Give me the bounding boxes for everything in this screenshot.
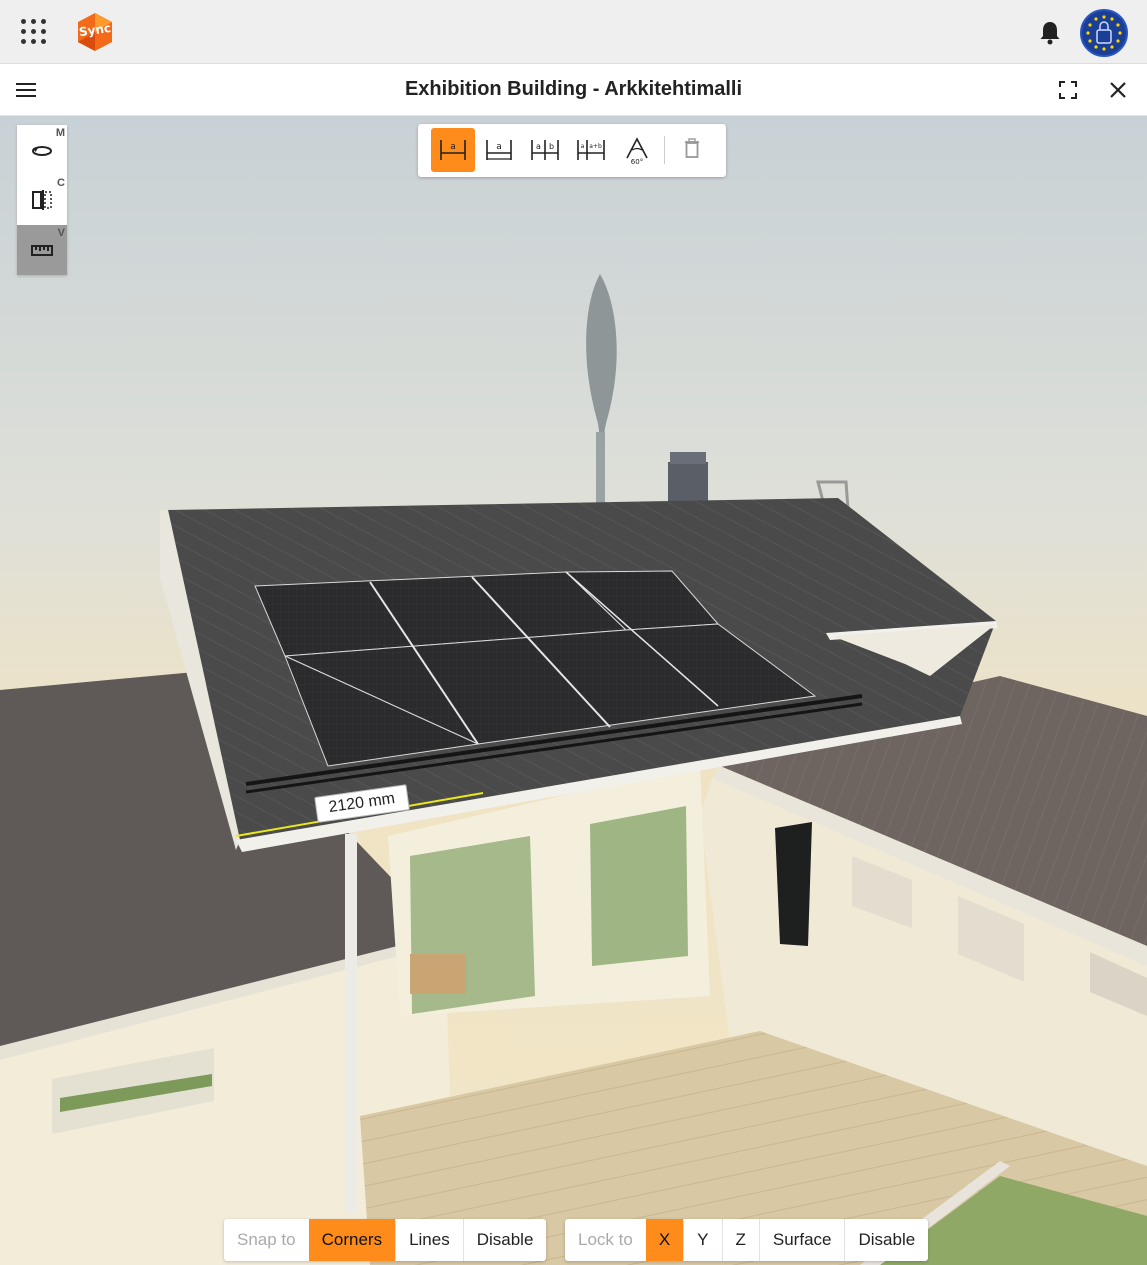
shortcut-key: C bbox=[57, 177, 65, 189]
dimension-measure-button[interactable]: a bbox=[477, 128, 521, 172]
orbit-icon bbox=[32, 146, 52, 156]
building-3d-scene bbox=[0, 116, 1147, 1265]
snap-disable-button[interactable]: Disable bbox=[462, 1219, 547, 1261]
section-clip-icon bbox=[32, 190, 52, 210]
shortcut-key: M bbox=[55, 127, 65, 139]
title-bar: Exhibition Building - Arkkitehtimalli bbox=[0, 64, 1147, 116]
delete-measurement-button[interactable] bbox=[670, 128, 714, 172]
snap-corners-button[interactable]: Corners bbox=[308, 1219, 396, 1261]
svg-text:a: a bbox=[536, 142, 541, 151]
page-title: Exhibition Building - Arkkitehtimalli bbox=[404, 78, 743, 100]
sync-logo[interactable]: Sync bbox=[76, 12, 114, 52]
angle-measure-button[interactable]: 60° bbox=[615, 128, 659, 172]
tool-column: M C V bbox=[17, 125, 67, 275]
cumulative-measure-icon: a a+b bbox=[577, 140, 605, 160]
svg-text:a: a bbox=[581, 143, 585, 150]
apps-grid-icon[interactable] bbox=[18, 16, 50, 48]
svg-text:60°: 60° bbox=[631, 158, 643, 164]
close-icon[interactable] bbox=[1106, 78, 1130, 102]
lock-disable-button[interactable]: Disable bbox=[844, 1219, 928, 1261]
bell-icon[interactable] bbox=[1036, 18, 1064, 46]
chained-measure-button[interactable]: a b bbox=[523, 128, 567, 172]
svg-text:a: a bbox=[496, 142, 502, 152]
lock-surface-button[interactable]: Surface bbox=[758, 1219, 845, 1261]
dimension-measure-icon: a bbox=[486, 140, 512, 160]
tool-orbit[interactable]: M bbox=[17, 125, 67, 175]
model-viewport[interactable] bbox=[0, 116, 1147, 1265]
tool-measure[interactable]: V bbox=[17, 225, 67, 275]
distance-measure-button[interactable]: a bbox=[431, 128, 475, 172]
cumulative-measure-button[interactable]: a a+b bbox=[569, 128, 613, 172]
chained-measure-icon: a b bbox=[531, 140, 559, 160]
measure-toolbar: a a a b a a+b 60° bbox=[418, 124, 726, 177]
snap-lines-button[interactable]: Lines bbox=[395, 1219, 463, 1261]
lock-bar: Lock to X Y Z Surface Disable bbox=[565, 1219, 929, 1261]
distance-measure-icon: a bbox=[440, 140, 466, 160]
lock-x-button[interactable]: X bbox=[645, 1219, 684, 1261]
toolbar-divider bbox=[664, 136, 665, 164]
eu-lock-avatar-icon[interactable] bbox=[1080, 9, 1128, 57]
svg-text:a+b: a+b bbox=[589, 143, 602, 150]
snap-bar: Snap to Corners Lines Disable bbox=[224, 1219, 547, 1261]
lock-y-button[interactable]: Y bbox=[683, 1219, 721, 1261]
tool-clip[interactable]: C bbox=[17, 175, 67, 225]
app-bar: Sync bbox=[0, 0, 1147, 64]
fullscreen-icon[interactable] bbox=[1056, 78, 1080, 102]
svg-text:a: a bbox=[450, 142, 456, 152]
hamburger-menu-icon[interactable] bbox=[14, 79, 38, 101]
lock-label: Lock to bbox=[578, 1230, 633, 1249]
angle-measure-icon: 60° bbox=[626, 137, 648, 164]
trash-icon bbox=[685, 138, 699, 158]
svg-text:b: b bbox=[549, 142, 554, 151]
shortcut-key: V bbox=[57, 227, 65, 239]
snap-label: Snap to bbox=[237, 1230, 296, 1249]
lock-z-button[interactable]: Z bbox=[721, 1219, 759, 1261]
ruler-icon bbox=[31, 245, 53, 256]
